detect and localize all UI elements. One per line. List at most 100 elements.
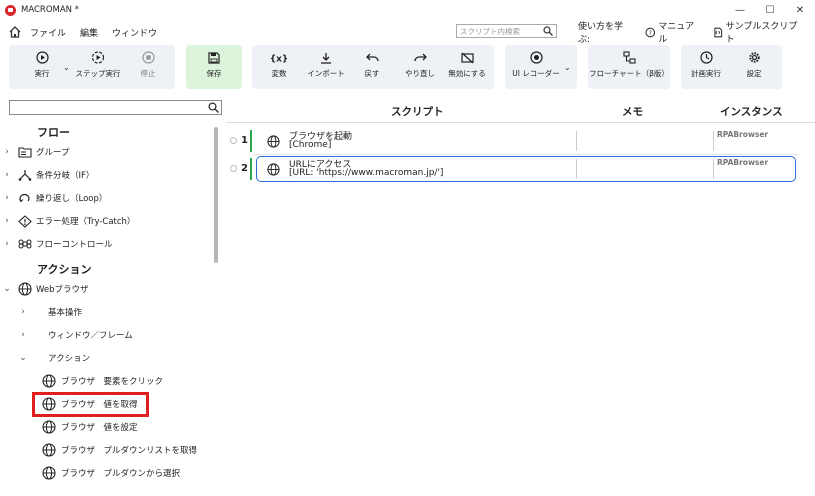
- action-browser-set-value[interactable]: ブラウザ 値を設定: [42, 417, 138, 437]
- chevron-right-icon[interactable]: ›: [0, 216, 14, 226]
- save-icon: [208, 51, 220, 64]
- header-script: スクリプト: [391, 106, 444, 118]
- column-divider: [713, 159, 714, 179]
- header-instance: インスタンス: [720, 106, 783, 118]
- tree-item-flow-control[interactable]: › フローコントロール: [0, 234, 112, 254]
- save-button[interactable]: 保存: [186, 43, 242, 87]
- tree-item-try-catch[interactable]: › エラー処理（Try-Catch）: [0, 211, 135, 231]
- run-options-chevron-down-icon[interactable]: ⌄: [63, 63, 70, 72]
- action-label: ブラウザ 要素をクリック: [61, 377, 164, 387]
- enabled-indicator: [250, 158, 252, 180]
- maximize-button[interactable]: ☐: [755, 0, 785, 20]
- chevron-right-icon[interactable]: ›: [0, 170, 14, 180]
- flowchart-button[interactable]: フローチャート（β版）: [588, 43, 670, 87]
- menu-edit[interactable]: 編集: [80, 26, 98, 39]
- svg-text:?: ?: [648, 29, 651, 36]
- samples-link[interactable]: サンプルスクリプト: [713, 19, 803, 45]
- chevron-down-icon[interactable]: ⌄: [16, 353, 30, 363]
- breakpoint-toggle[interactable]: [230, 137, 237, 144]
- chevron-right-icon[interactable]: ›: [0, 193, 14, 203]
- tree-item-basic-ops[interactable]: › 基本操作: [16, 302, 82, 322]
- close-button[interactable]: ✕: [785, 0, 815, 20]
- tree-item-loop[interactable]: › 繰り返し（Loop）: [0, 188, 107, 208]
- undo-button[interactable]: 戻す: [355, 43, 389, 87]
- search-icon[interactable]: [543, 26, 553, 36]
- stop-button[interactable]: 停止: [130, 43, 166, 87]
- globe-icon: [267, 135, 280, 148]
- toolbar: 実行 ⌄ ステップ実行 停止 保存 {x} 変数 インポート 戻す やり直し 無…: [0, 43, 815, 93]
- chevron-down-icon[interactable]: ⌄: [0, 284, 14, 294]
- samples-label: サンプルスクリプト: [725, 22, 798, 45]
- column-divider: [713, 131, 714, 151]
- warning-diamond-icon: [18, 214, 32, 228]
- menu-file[interactable]: ファイル: [30, 26, 66, 39]
- manual-label: マニュアル: [658, 22, 695, 45]
- row-number: 2: [241, 163, 248, 174]
- home-icon[interactable]: [8, 25, 22, 39]
- left-scrollbar-thumb[interactable]: [214, 127, 218, 263]
- globe-icon: [42, 420, 56, 434]
- tree-item-window-frame[interactable]: › ウィンドウ／フレーム: [16, 325, 133, 345]
- script-row-selected[interactable]: 2 URLにアクセス [URL: 'https://www.macroman.j…: [226, 156, 798, 182]
- column-divider: [576, 159, 577, 179]
- gear-icon: [748, 52, 760, 63]
- chevron-right-icon[interactable]: ›: [0, 147, 14, 157]
- variable-button[interactable]: {x} 変数: [260, 43, 298, 87]
- window-title: MACROMAN *: [21, 5, 79, 15]
- breakpoint-toggle[interactable]: [230, 165, 237, 172]
- title-bar: MACROMAN * — ☐ ✕: [0, 0, 815, 20]
- disable-icon: [460, 52, 474, 63]
- chevron-right-icon[interactable]: ›: [0, 239, 14, 249]
- redo-button[interactable]: やり直し: [400, 43, 440, 87]
- action-search-input[interactable]: [9, 100, 222, 115]
- script-row[interactable]: 1 ブラウザを起動 [Chrome] RPABrowser: [226, 128, 798, 154]
- schedule-label: 計画実行: [691, 69, 721, 78]
- minimize-button[interactable]: —: [725, 0, 755, 20]
- script-search-input[interactable]: スクリプト内検索: [456, 24, 557, 38]
- step-run-icon: [91, 51, 105, 64]
- search-icon[interactable]: [208, 102, 219, 113]
- settings-button[interactable]: 設定: [736, 43, 772, 87]
- row-params: [Chrome]: [289, 140, 332, 150]
- flowchart-label: フローチャート（β版）: [589, 69, 669, 78]
- ui-recorder-button[interactable]: UI レコーダー: [507, 43, 565, 87]
- menu-window[interactable]: ウィンドウ: [112, 26, 157, 39]
- disable-button[interactable]: 無効にする: [444, 43, 490, 87]
- run-button[interactable]: 実行: [22, 43, 62, 87]
- step-run-button[interactable]: ステップ実行: [73, 43, 123, 87]
- script-table-header: スクリプト メモ インスタンス: [228, 100, 815, 122]
- chevron-right-icon[interactable]: ›: [16, 307, 30, 317]
- script-editor[interactable]: 1 ブラウザを起動 [Chrome] RPABrowser 2 URLにアクセス…: [226, 122, 815, 496]
- row-separator: [254, 154, 798, 155]
- tree-item-if[interactable]: › 条件分岐（IF）: [0, 165, 94, 185]
- recorder-options-chevron-down-icon[interactable]: ⌄: [564, 63, 571, 72]
- stop-icon: [141, 51, 155, 64]
- sample-script-icon: [714, 27, 723, 37]
- group-folder-icon: [18, 147, 32, 158]
- tree-item-label: 繰り返し（Loop）: [36, 194, 108, 204]
- flow-heading: フロー: [37, 126, 70, 139]
- tree-item-actions[interactable]: ⌄ アクション: [16, 348, 90, 368]
- menu-bar: ファイル 編集 ウィンドウ スクリプト内検索 使い方を学ぶ: ? マニュアル サ…: [0, 19, 815, 45]
- import-icon: [321, 52, 331, 64]
- action-browser-select-dropdown[interactable]: ブラウザ プルダウンから選択: [42, 463, 180, 483]
- settings-label: 設定: [746, 69, 762, 78]
- chevron-right-icon[interactable]: ›: [16, 330, 30, 340]
- search-placeholder: スクリプト内検索: [460, 26, 520, 36]
- branch-icon: [18, 170, 32, 181]
- action-browser-click[interactable]: ブラウザ 要素をクリック: [42, 371, 163, 391]
- globe-icon: [42, 466, 56, 480]
- undo-label: 戻す: [364, 68, 380, 78]
- tree-item-group[interactable]: › グループ: [0, 142, 69, 162]
- action-browser-get-dropdown[interactable]: ブラウザ プルダウンリストを取得: [42, 440, 197, 460]
- schedule-button[interactable]: 計画実行: [686, 43, 726, 87]
- tree-item-web-browser[interactable]: ⌄ Webブラウザ: [0, 279, 89, 299]
- action-heading: アクション: [37, 263, 92, 276]
- tree-item-label: ウィンドウ／フレーム: [48, 331, 133, 341]
- import-button[interactable]: インポート: [303, 43, 349, 87]
- learn-label: 使い方を学ぶ:: [578, 22, 624, 45]
- undo-icon: [365, 53, 379, 61]
- manual-link[interactable]: ? マニュアル: [645, 19, 701, 45]
- row-instance: RPABrowser: [717, 158, 769, 167]
- redo-label: やり直し: [405, 68, 435, 78]
